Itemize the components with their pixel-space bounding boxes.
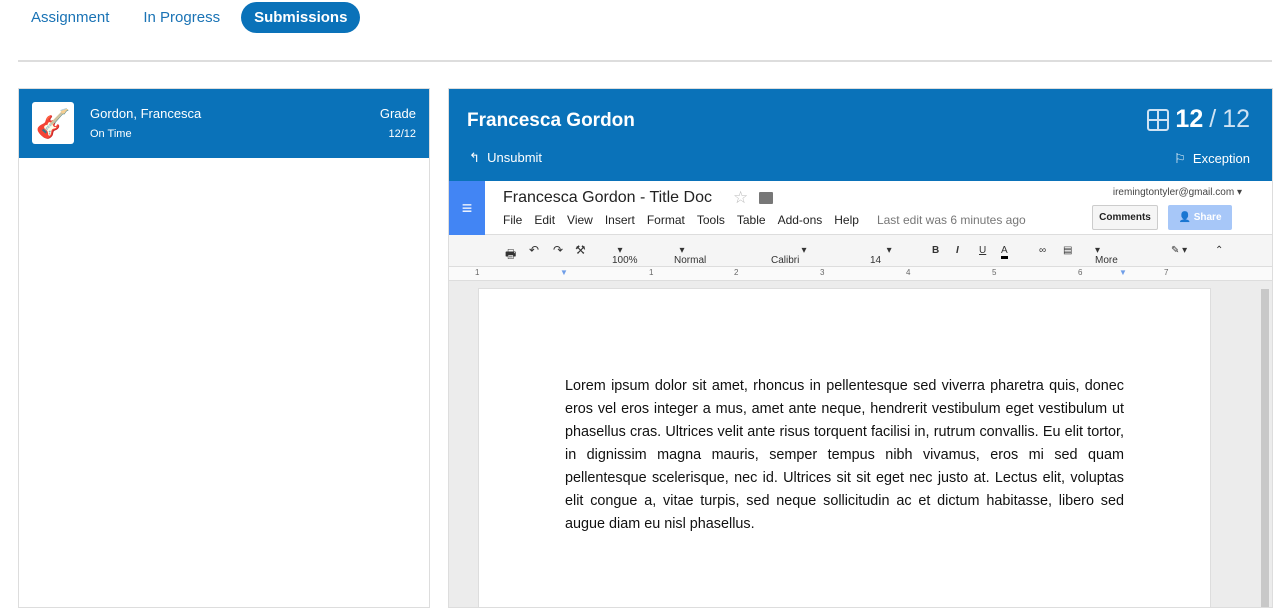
menu-format[interactable]: Format xyxy=(647,213,685,227)
docs-menu-icon[interactable]: ≡ xyxy=(449,181,485,235)
flag-icon: ⚐ xyxy=(1174,151,1186,166)
menu-table[interactable]: Table xyxy=(737,213,766,227)
rubric-grid-icon[interactable] xyxy=(1147,108,1170,131)
student-title: Francesca Gordon xyxy=(467,110,635,131)
bold-icon[interactable]: B xyxy=(932,245,939,256)
unsubmit-button[interactable]: ↰ Unsubmit xyxy=(469,150,542,166)
ruler[interactable]: 1 1 2 3 4 5 6 7 ▼ ▼ xyxy=(449,267,1272,281)
comments-button[interactable]: Comments xyxy=(1092,205,1158,230)
grade-label: Grade xyxy=(379,106,416,121)
star-icon[interactable]: ☆ xyxy=(733,188,748,208)
ruler-tick: 3 xyxy=(820,268,825,277)
score-total: 12 xyxy=(1222,105,1250,133)
tab-bar: Assignment In Progress Submissions xyxy=(18,2,361,33)
menu-addons[interactable]: Add-ons xyxy=(778,213,823,227)
ruler-tick: 2 xyxy=(734,268,739,277)
text-color-icon[interactable]: A xyxy=(1001,245,1008,259)
grade-score: 12/12 xyxy=(388,128,416,140)
ruler-tick: 4 xyxy=(906,268,911,277)
person-icon: 👤 xyxy=(1178,212,1191,223)
share-button[interactable]: 👤 Share xyxy=(1168,205,1232,230)
ruler-tick: 5 xyxy=(992,268,997,277)
style-select[interactable]: Normal text ▾ xyxy=(674,245,706,277)
ruler-tick: 1 xyxy=(475,268,480,277)
size-select[interactable]: 14 ▾ xyxy=(870,245,892,266)
comment-icon[interactable]: ▤ xyxy=(1063,245,1072,256)
exception-button[interactable]: ⚐ Exception xyxy=(1174,151,1250,167)
menu-view[interactable]: View xyxy=(567,213,593,227)
ruler-tick: 6 xyxy=(1078,268,1083,277)
last-edit-link[interactable]: Last edit was 6 minutes ago xyxy=(877,213,1026,227)
docs-toolbar: 🖶 ↶ ↷ ⚒ 100% ▾ Normal text ▾ Calibri ▾ 1… xyxy=(449,235,1272,277)
zoom-select[interactable]: 100% ▾ xyxy=(612,245,638,266)
score-value[interactable]: 12 xyxy=(1175,105,1203,134)
undo-icon: ↰ xyxy=(469,150,480,165)
menu-bar: File Edit View Insert Format Tools Table… xyxy=(503,213,1026,227)
tab-assignment[interactable]: Assignment xyxy=(18,2,122,33)
paint-format-icon[interactable]: ⚒ xyxy=(575,243,586,257)
score-display: 12/12 xyxy=(1147,105,1250,134)
font-value: Calibri xyxy=(771,255,800,266)
menu-tools[interactable]: Tools xyxy=(697,213,725,227)
left-indent-marker[interactable]: ▼ xyxy=(560,268,568,277)
menu-edit[interactable]: Edit xyxy=(534,213,555,227)
submission-header: Francesca Gordon ↰ Unsubmit 12/12 ⚐ Exce… xyxy=(449,89,1272,181)
print-icon[interactable]: 🖶 xyxy=(505,245,516,266)
menu-insert[interactable]: Insert xyxy=(605,213,635,227)
list-item[interactable]: 🎸 Gordon, Francesca On Time Grade 12/12 xyxy=(19,89,429,158)
submission-list: 🎸 Gordon, Francesca On Time Grade 12/12 xyxy=(18,88,430,608)
divider xyxy=(18,60,1272,62)
docs-header: ≡ Francesca Gordon - Title Doc ☆ File Ed… xyxy=(449,181,1272,235)
ruler-tick: 7 xyxy=(1164,268,1169,277)
pen-icon[interactable]: ✎ ▾ xyxy=(1171,245,1187,256)
folder-icon[interactable] xyxy=(759,192,773,204)
link-icon[interactable]: ∞ xyxy=(1039,245,1046,256)
tab-in-progress[interactable]: In Progress xyxy=(130,2,233,33)
doc-page[interactable]: Lorem ipsum dolor sit amet, rhoncus in p… xyxy=(478,288,1211,607)
exception-label: Exception xyxy=(1192,151,1250,166)
underline-icon[interactable]: U xyxy=(979,245,986,256)
menu-help[interactable]: Help xyxy=(834,213,859,227)
zoom-value: 100% xyxy=(612,255,638,266)
student-name: Gordon, Francesca xyxy=(90,106,202,121)
tab-submissions[interactable]: Submissions xyxy=(241,2,361,33)
menu-file[interactable]: File xyxy=(503,213,522,227)
redo-icon[interactable]: ↷ xyxy=(553,243,563,257)
ruler-tick: 1 xyxy=(649,268,654,277)
doc-body: Lorem ipsum dolor sit amet, rhoncus in p… xyxy=(565,378,1124,532)
share-label: Share xyxy=(1193,212,1222,223)
account-email[interactable]: iremingtontyler@gmail.com ▾ xyxy=(1113,187,1242,198)
font-select[interactable]: Calibri ▾ xyxy=(771,245,807,266)
size-value: 14 xyxy=(870,255,882,266)
undo-icon[interactable]: ↶ xyxy=(529,243,539,257)
scrollbar[interactable] xyxy=(1261,289,1269,607)
email-text: iremingtontyler@gmail.com xyxy=(1112,187,1235,198)
unsubmit-label: Unsubmit xyxy=(487,150,543,165)
guitar-icon: 🎸 xyxy=(32,102,74,144)
collapse-icon[interactable]: ⌃ xyxy=(1215,245,1223,256)
doc-title[interactable]: Francesca Gordon - Title Doc xyxy=(503,189,712,207)
status-text: On Time xyxy=(90,128,132,140)
italic-icon[interactable]: I xyxy=(956,245,959,256)
submission-viewer: Francesca Gordon ↰ Unsubmit 12/12 ⚐ Exce… xyxy=(448,88,1273,608)
more-label: More xyxy=(1095,255,1118,266)
more-menu[interactable]: More ▾ xyxy=(1095,245,1118,266)
right-indent-marker[interactable]: ▼ xyxy=(1119,268,1127,277)
